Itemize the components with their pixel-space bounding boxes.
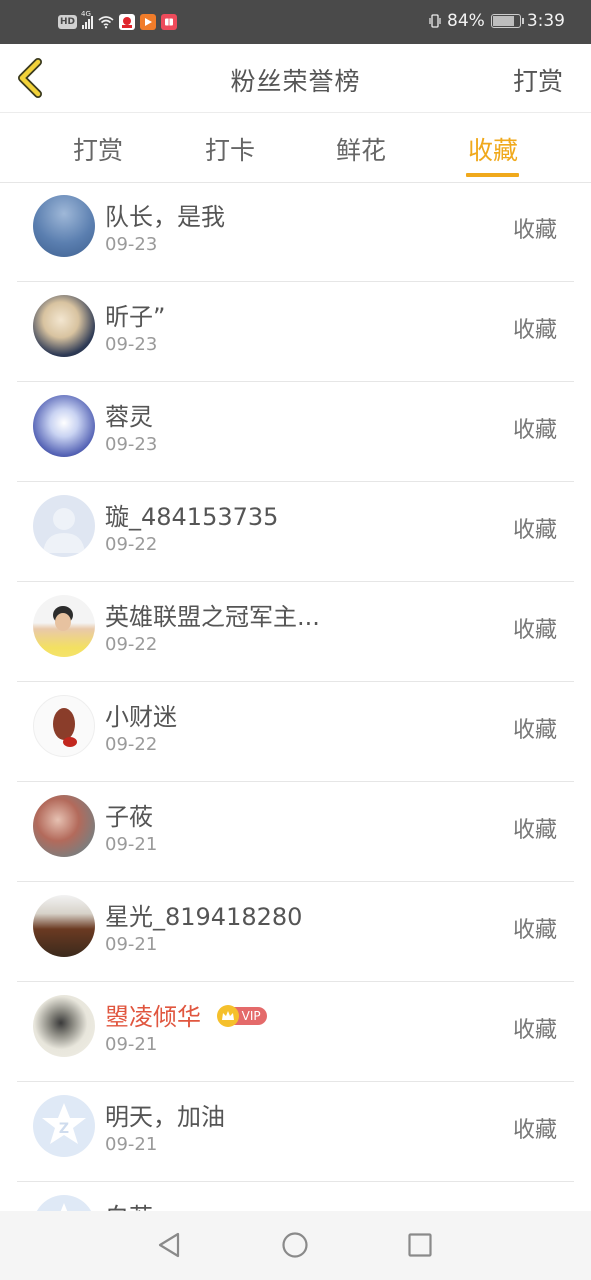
avatar (33, 995, 95, 1057)
fan-name: 璇_484153735 (105, 503, 279, 531)
avatar (33, 1195, 95, 1211)
avatar (33, 495, 95, 557)
fan-date: 09-23 (105, 234, 158, 255)
reward-button[interactable]: 打赏 (513, 62, 563, 98)
home-circle-icon[interactable] (281, 1231, 309, 1259)
fan-action-label: 收藏 (512, 1118, 557, 1143)
fan-date: 09-22 (105, 634, 158, 655)
tab-reward[interactable]: 打赏 (58, 131, 138, 167)
battery-icon (490, 14, 524, 28)
list-item[interactable]: 子莜 09-21 收藏 (0, 782, 591, 882)
tab-bar: 打赏 打卡 鲜花 收藏 (0, 113, 591, 183)
battery-percent: 84% (447, 11, 485, 31)
avatar (33, 895, 95, 957)
fan-action-label: 收藏 (512, 918, 557, 943)
status-icons-right: 84% 3:39 (429, 11, 565, 31)
system-nav-bar (0, 1211, 591, 1280)
avatar (33, 595, 95, 657)
fan-name: 星光_819418280 (105, 903, 303, 931)
list-item[interactable]: 星光_819418280 09-21 收藏 (0, 882, 591, 982)
avatar (33, 795, 95, 857)
tab-checkin[interactable]: 打卡 (190, 131, 270, 167)
vip-badge: VIP (216, 1005, 267, 1027)
notification-reader-icon (161, 14, 178, 30)
svg-text:Z: Z (59, 1121, 69, 1137)
fan-name: 小财迷 (105, 703, 177, 731)
page-title: 粉丝荣誉榜 (230, 67, 361, 96)
clock: 3:39 (526, 11, 565, 31)
avatar-figure-icon (53, 606, 73, 631)
fan-name: 子莜 (105, 803, 153, 831)
crown-icon (216, 1005, 239, 1027)
status-icons-left: HD 4G (58, 10, 178, 32)
network-type: 4G (81, 10, 91, 18)
list-item[interactable]: 曌凌倾华 VIP 09-21 收藏 (0, 982, 591, 1082)
list-item[interactable]: 队长，是我 09-23 收藏 (0, 182, 591, 282)
fan-action-label: 收藏 (512, 718, 557, 743)
fan-name: 昕子” (105, 303, 166, 331)
fan-date: 09-21 (105, 834, 158, 855)
status-bar: HD 4G 84% 3:39 (0, 0, 591, 44)
hd-icon: HD (58, 15, 78, 29)
fan-action-label: 收藏 (512, 618, 557, 643)
fan-date: 09-21 (105, 934, 158, 955)
list-item[interactable]: 璇_484153735 09-22 收藏 (0, 482, 591, 582)
active-tab-indicator (466, 173, 519, 177)
fan-action-label: 收藏 (512, 818, 557, 843)
fan-name: 曌凌倾华 VIP (105, 997, 267, 1032)
qq-zone-star-icon: Z (42, 1103, 86, 1144)
qq-zone-star-icon (60, 1203, 68, 1211)
back-triangle-icon[interactable] (156, 1231, 182, 1259)
list-item[interactable]: 英雄联盟之冠军主... 09-22 收藏 (0, 582, 591, 682)
fan-action-label: 收藏 (512, 518, 557, 543)
fan-action-label: 收藏 (512, 418, 557, 443)
fan-action-label: 收藏 (512, 218, 557, 243)
list-item[interactable]: Z 明天，加油 09-21 收藏 (0, 1082, 591, 1182)
vibrate-icon (429, 14, 441, 28)
tab-flowers[interactable]: 鲜花 (321, 131, 401, 167)
avatar (33, 195, 95, 257)
avatar (33, 295, 95, 357)
fan-name: 白苔 (105, 1197, 153, 1211)
avatar (33, 695, 95, 757)
fan-date: 09-21 (105, 1034, 158, 1055)
notification-app-icon (119, 14, 136, 30)
notification-video-icon (140, 14, 157, 30)
avatar: Z (33, 1095, 95, 1157)
title-bar: 粉丝荣誉榜 打赏 (0, 44, 591, 113)
fan-name: 队长，是我 (105, 203, 225, 231)
fan-name-text: 曌凌倾华 (105, 1003, 201, 1031)
wifi-icon (98, 16, 114, 29)
fan-name: 英雄联盟之冠军主... (105, 603, 320, 631)
list-item[interactable]: 蓉灵 09-23 收藏 (0, 382, 591, 482)
signal-icon: 4G (81, 10, 94, 29)
fan-name: 蓉灵 (105, 403, 153, 431)
fan-date: 09-23 (105, 434, 158, 455)
recents-square-icon[interactable] (407, 1232, 433, 1258)
fan-list: 队长，是我 09-23 收藏 昕子” 09-23 收藏 蓉灵 09-23 收藏 … (0, 182, 591, 1211)
fan-date: 09-22 (105, 734, 158, 755)
list-item[interactable]: 白苔 (0, 1182, 591, 1211)
fan-name: 明天，加油 (105, 1103, 225, 1131)
list-item[interactable]: 昕子” 09-23 收藏 (0, 282, 591, 382)
avatar (33, 395, 95, 457)
list-item[interactable]: 小财迷 09-22 收藏 (0, 682, 591, 782)
avatar-figure-icon (53, 708, 77, 747)
fan-date: 09-23 (105, 334, 158, 355)
fan-action-label: 收藏 (512, 318, 557, 343)
fan-date: 09-21 (105, 1134, 158, 1155)
fan-date: 09-22 (105, 534, 158, 555)
default-user-icon (43, 508, 85, 553)
fan-action-label: 收藏 (512, 1018, 557, 1043)
battery-level (492, 16, 514, 26)
tab-favorites[interactable]: 收藏 (453, 131, 533, 167)
